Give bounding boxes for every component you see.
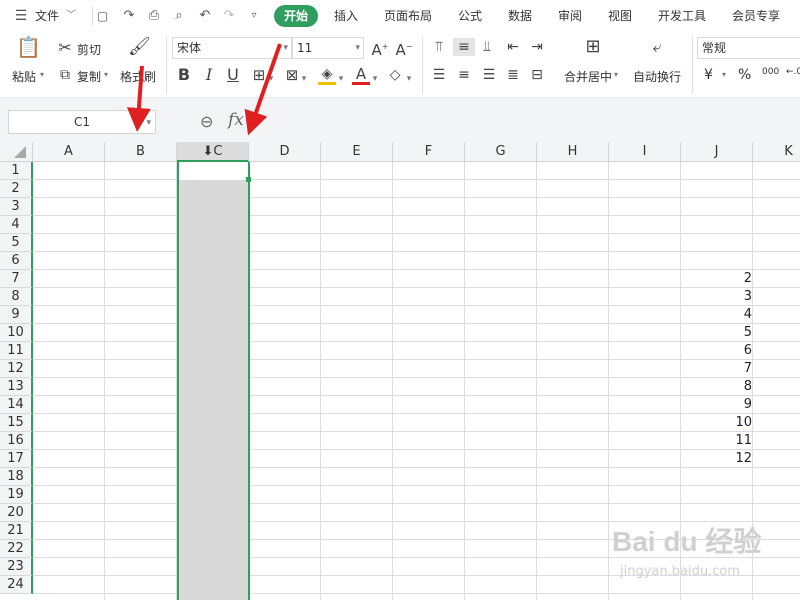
arrow-to-column-b bbox=[126, 65, 151, 132]
annotation-arrows bbox=[126, 43, 282, 136]
arrow-to-formula-bar bbox=[244, 43, 282, 136]
